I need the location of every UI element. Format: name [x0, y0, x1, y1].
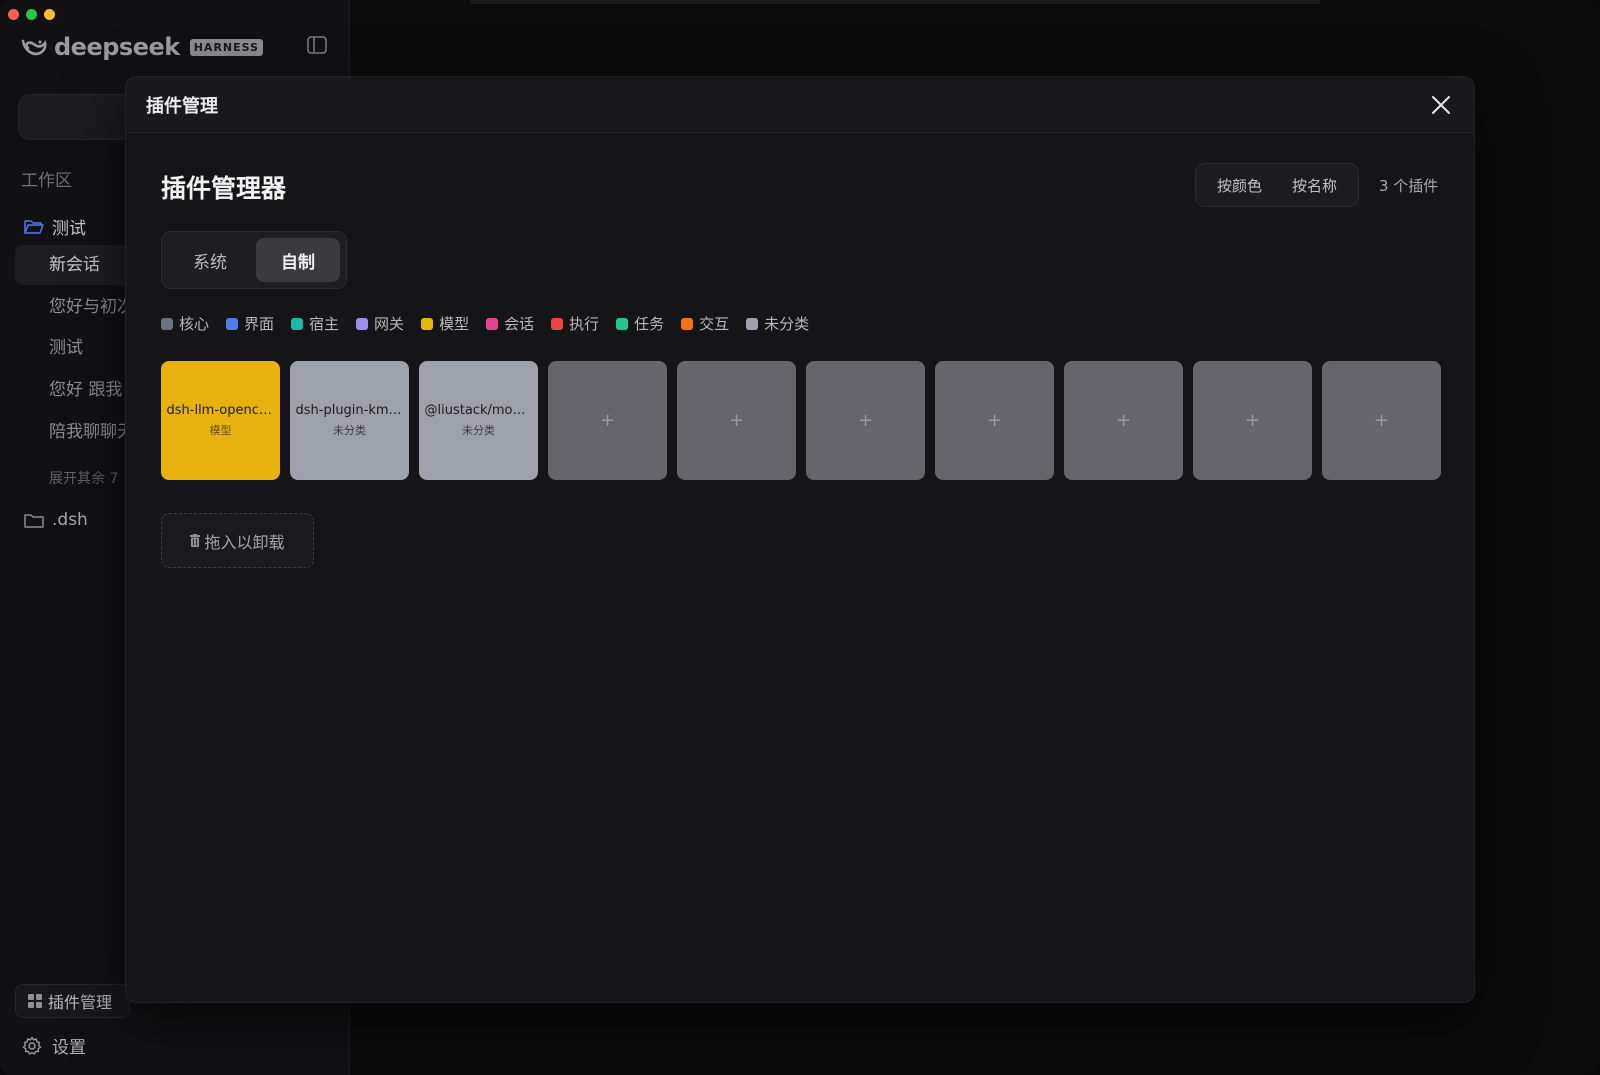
- legend-swatch: [486, 317, 499, 330]
- plus-icon: +: [986, 410, 1003, 431]
- plus-icon: +: [1115, 410, 1132, 431]
- empty-plugin-slot[interactable]: +: [548, 361, 667, 480]
- legend-label: 交互: [699, 315, 730, 333]
- grid-icon: [28, 994, 42, 1008]
- legend-item: 核心: [161, 313, 209, 334]
- plus-icon: +: [1244, 410, 1261, 431]
- sort-by-color-button[interactable]: 按颜色: [1211, 171, 1268, 200]
- legend-swatch: [681, 317, 694, 330]
- uninstall-label: 拖入以卸载: [204, 532, 285, 552]
- legend-item: 模型: [421, 313, 469, 334]
- close-window-button[interactable]: [8, 9, 19, 20]
- legend-item: 会话: [486, 313, 534, 334]
- plugin-slot[interactable]: dsh-plugin-kmux 未分类: [290, 361, 409, 480]
- plugin-manager-modal: 插件管理 插件管理器 按颜色 按名称 3 个插件 系统 自制 核心 界面 宿主 网关模…: [125, 76, 1475, 1003]
- trash-icon: [190, 534, 201, 547]
- plugin-category: 未分类: [462, 424, 495, 437]
- legend-item: 交互: [681, 313, 729, 334]
- legend-swatch: [616, 317, 629, 330]
- window-controls: [8, 9, 55, 20]
- plus-icon: +: [1373, 410, 1390, 431]
- legend-label: 核心: [179, 315, 210, 333]
- brand: deepseek HARNESS: [20, 33, 263, 61]
- gear-icon: [22, 1036, 42, 1055]
- settings-label: 设置: [52, 1038, 86, 1058]
- plugin-count: 3 个插件: [1379, 177, 1439, 195]
- plugin-manager-button[interactable]: 插件管理: [15, 984, 130, 1018]
- legend-swatch: [226, 317, 239, 330]
- folder-open-icon: [24, 220, 44, 234]
- plugin-slot-grid: dsh-llm-opencode 模型 dsh-plugin-kmux 未分类 @liu…: [161, 361, 1441, 480]
- plus-icon: +: [728, 410, 745, 431]
- legend-label: 任务: [634, 315, 665, 333]
- sort-by-name-button[interactable]: 按名称: [1286, 171, 1343, 200]
- brand-name: deepseek: [54, 33, 180, 61]
- folder-dsh[interactable]: .dsh: [24, 510, 88, 530]
- manager-title: 插件管理器: [161, 174, 287, 203]
- zoom-window-button[interactable]: [26, 9, 37, 20]
- plugin-slot[interactable]: dsh-llm-opencode 模型: [161, 361, 280, 480]
- settings-button[interactable]: 设置: [22, 1033, 86, 1058]
- legend-item: 宿主: [291, 313, 339, 334]
- plus-icon: +: [599, 410, 616, 431]
- sidebar-toggle-icon[interactable]: [307, 36, 327, 54]
- category-legend: 核心 界面 宿主 网关 模型 会话 执行 任务 交互 未分类: [161, 313, 809, 334]
- plugin-category: 未分类: [333, 424, 366, 437]
- close-modal-button[interactable]: [1428, 92, 1454, 118]
- workspace-folder-label: 测试: [52, 219, 86, 239]
- legend-item: 未分类: [746, 313, 809, 334]
- expand-more-link[interactable]: 展开其余 7: [49, 468, 118, 488]
- workspace-section-label: 工作区: [21, 171, 72, 191]
- plugin-category: 模型: [209, 424, 232, 437]
- plugin-name: dsh-plugin-kmux: [295, 403, 404, 418]
- legend-item: 界面: [226, 313, 274, 334]
- modal-header: 插件管理: [126, 77, 1474, 133]
- folder-icon: [24, 513, 44, 528]
- plugin-manager-label: 插件管理: [48, 993, 113, 1012]
- legend-swatch: [291, 317, 304, 330]
- legend-item: 执行: [551, 313, 599, 334]
- plugin-name: @liustack/models: [424, 403, 533, 418]
- legend-swatch: [551, 317, 564, 330]
- legend-label: 宿主: [309, 315, 340, 333]
- empty-plugin-slot[interactable]: +: [1193, 361, 1312, 480]
- folder-dsh-label: .dsh: [52, 510, 88, 530]
- uninstall-drop-zone[interactable]: 拖入以卸载: [161, 513, 314, 568]
- plugin-name: dsh-llm-opencode: [166, 403, 275, 418]
- workspace-folder[interactable]: 测试: [24, 214, 86, 239]
- close-icon: [1432, 95, 1450, 114]
- legend-swatch: [356, 317, 369, 330]
- legend-swatch: [161, 317, 173, 330]
- modal-title: 插件管理: [146, 95, 218, 117]
- scope-tabs: 系统 自制: [161, 231, 347, 289]
- legend-item: 任务: [616, 313, 664, 334]
- legend-label: 界面: [244, 315, 275, 333]
- plugin-slot[interactable]: @liustack/models 未分类: [419, 361, 538, 480]
- legend-swatch: [421, 317, 434, 330]
- tab-custom[interactable]: 自制: [256, 238, 340, 282]
- legend-label: 网关: [374, 315, 405, 333]
- empty-plugin-slot[interactable]: +: [1322, 361, 1441, 480]
- brand-tag: HARNESS: [189, 38, 263, 56]
- legend-item: 网关: [356, 313, 404, 334]
- legend-swatch: [746, 317, 759, 330]
- plus-icon: +: [857, 410, 874, 431]
- legend-label: 模型: [439, 315, 470, 333]
- app-window: deepseek HARNESS 工作区 测试 新会话 您好与初次 测试 您好 …: [0, 0, 1600, 1075]
- background-strip: [470, 0, 1320, 4]
- legend-label: 未分类: [764, 315, 810, 333]
- whale-logo-icon: [21, 39, 47, 56]
- empty-plugin-slot[interactable]: +: [1064, 361, 1183, 480]
- empty-plugin-slot[interactable]: +: [677, 361, 796, 480]
- empty-plugin-slot[interactable]: +: [935, 361, 1054, 480]
- legend-label: 会话: [504, 315, 535, 333]
- minimize-window-button[interactable]: [44, 9, 55, 20]
- legend-label: 执行: [569, 315, 600, 333]
- tab-system[interactable]: 系统: [168, 238, 252, 282]
- sort-toggle-group: 按颜色 按名称: [1195, 163, 1359, 207]
- empty-plugin-slot[interactable]: +: [806, 361, 925, 480]
